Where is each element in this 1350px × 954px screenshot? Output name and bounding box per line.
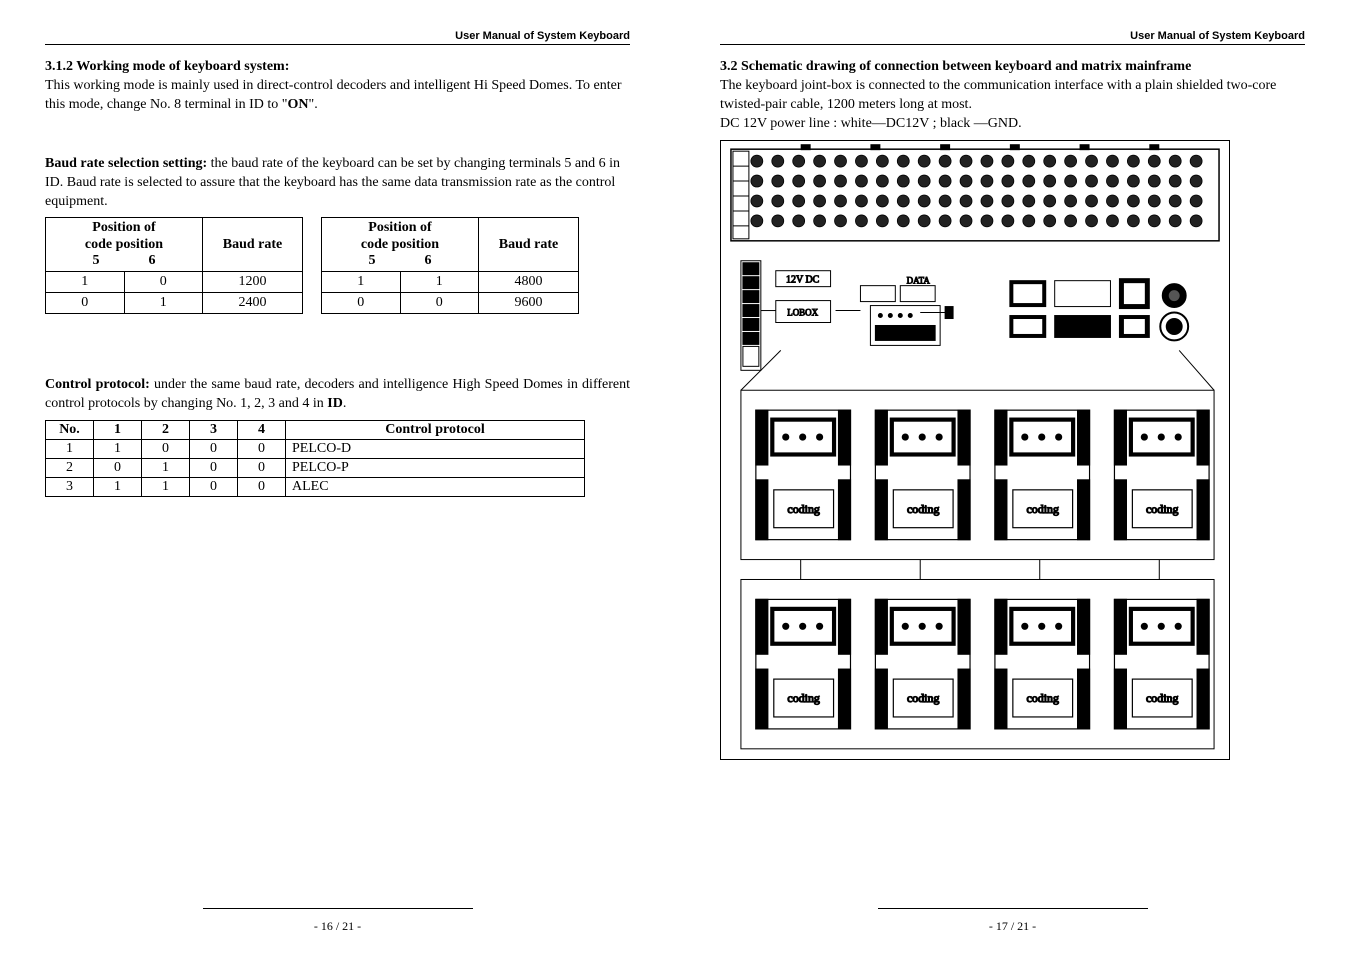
right-p1: The keyboard joint-box is connected to t… <box>720 77 1305 115</box>
right-p2: DC 12V power line : white—DC12V ; black … <box>720 115 1305 134</box>
cell: 1 <box>142 477 190 496</box>
cell: 2400 <box>203 292 303 313</box>
page-header-right: User Manual of System Keyboard <box>720 30 1305 45</box>
section-32-title: 3.2 Schematic drawing of connection betw… <box>720 59 1305 75</box>
svg-text:coding: coding <box>1146 501 1179 515</box>
table-row: 1 1 4800 <box>322 271 579 292</box>
svg-text:coding: coding <box>1026 691 1059 705</box>
section-312-title: 3.1.2 Working mode of keyboard system: <box>45 59 630 75</box>
footer-left: - 16 / 21 - <box>45 904 630 934</box>
baud-a-head-pos: Position of code position 56 <box>46 218 203 271</box>
cell: PELCO-P <box>286 458 585 477</box>
baud-b-head-rate: Baud rate <box>479 218 579 271</box>
th: 3 <box>190 420 238 439</box>
table-row: 1 0 1200 <box>46 271 303 292</box>
pos-6: 6 <box>124 253 180 269</box>
cell: 1 <box>46 439 94 458</box>
pos-l2: code position <box>85 237 163 252</box>
cell: 1 <box>142 458 190 477</box>
table-row: 1 1 0 0 0 PELCO-D <box>46 439 585 458</box>
svg-text:coding: coding <box>787 501 820 515</box>
cell: 0 <box>190 477 238 496</box>
protocol-id: ID <box>327 396 343 411</box>
th: No. <box>46 420 94 439</box>
svg-text:coding: coding <box>1026 501 1059 515</box>
svg-text:coding: coding <box>787 691 820 705</box>
cell: 2 <box>46 458 94 477</box>
schematic-diagram: 12V DC LOBOX DATA <box>720 140 1230 760</box>
cell: PELCO-D <box>286 439 585 458</box>
dc-label: 12V DC <box>786 274 820 285</box>
footer-text: - 16 / 21 - <box>314 919 361 933</box>
section-312-body: This working mode is mainly used in dire… <box>45 77 630 115</box>
th: 1 <box>94 420 142 439</box>
cell: 1 <box>94 477 142 496</box>
cell: 0 <box>238 477 286 496</box>
cell: 0 <box>46 292 125 313</box>
pos-6: 6 <box>400 253 456 269</box>
protocol-intro-bold: Control protocol: <box>45 377 150 392</box>
cell: 0 <box>124 271 203 292</box>
svg-text:coding: coding <box>907 501 940 515</box>
s1-text-end: ". <box>309 97 318 112</box>
footer-right: - 17 / 21 - <box>720 904 1305 934</box>
baud-table-b: Position of code position 56 Baud rate 1… <box>321 217 579 313</box>
protocol-intro: Control protocol: under the same baud ra… <box>45 376 630 414</box>
baud-intro: Baud rate selection setting: the baud ra… <box>45 155 630 212</box>
footer-text: - 17 / 21 - <box>989 919 1036 933</box>
cell: 3 <box>46 477 94 496</box>
pos-l1: Position of <box>368 220 431 235</box>
svg-text:coding: coding <box>907 691 940 705</box>
cell: 1 <box>46 271 125 292</box>
th: Control protocol <box>286 420 585 439</box>
table-row: 2 0 1 0 0 PELCO-P <box>46 458 585 477</box>
s1-on: ON <box>288 97 309 112</box>
cell: 4800 <box>479 271 579 292</box>
svg-text:coding: coding <box>1146 691 1179 705</box>
pos-5: 5 <box>68 253 124 269</box>
page-header-left: User Manual of System Keyboard <box>45 30 630 45</box>
table-header-row: No. 1 2 3 4 Control protocol <box>46 420 585 439</box>
th: 4 <box>238 420 286 439</box>
pos-5: 5 <box>344 253 400 269</box>
baud-table-a: Position of code position 56 Baud rate 1… <box>45 217 303 313</box>
cell: 0 <box>238 458 286 477</box>
cell: 0 <box>190 458 238 477</box>
cell: 0 <box>322 292 401 313</box>
cell: 1 <box>322 271 401 292</box>
cell: 1 <box>94 439 142 458</box>
cell: 1 <box>400 271 479 292</box>
pos-l2: code position <box>361 237 439 252</box>
th: 2 <box>142 420 190 439</box>
cell: 1200 <box>203 271 303 292</box>
cell: 0 <box>94 458 142 477</box>
table-row: 3 1 1 0 0 ALEC <box>46 477 585 496</box>
box-label: LOBOX <box>787 307 818 317</box>
cell: 0 <box>190 439 238 458</box>
cell: 9600 <box>479 292 579 313</box>
cell: 0 <box>142 439 190 458</box>
baud-intro-bold: Baud rate selection setting: <box>45 156 207 171</box>
cell: 1 <box>124 292 203 313</box>
cell: 0 <box>238 439 286 458</box>
baud-a-head-rate: Baud rate <box>203 218 303 271</box>
table-row: 0 1 2400 <box>46 292 303 313</box>
baud-b-head-pos: Position of code position 56 <box>322 218 479 271</box>
baud-tables: Position of code position 56 Baud rate 1… <box>45 211 630 313</box>
cell: ALEC <box>286 477 585 496</box>
s1-text: This working mode is mainly used in dire… <box>45 78 622 112</box>
table-row: 0 0 9600 <box>322 292 579 313</box>
cell: 0 <box>400 292 479 313</box>
protocol-table: No. 1 2 3 4 Control protocol 1 1 0 0 0 P… <box>45 420 585 497</box>
pos-l1: Position of <box>92 220 155 235</box>
data-label: DATA <box>907 275 931 285</box>
